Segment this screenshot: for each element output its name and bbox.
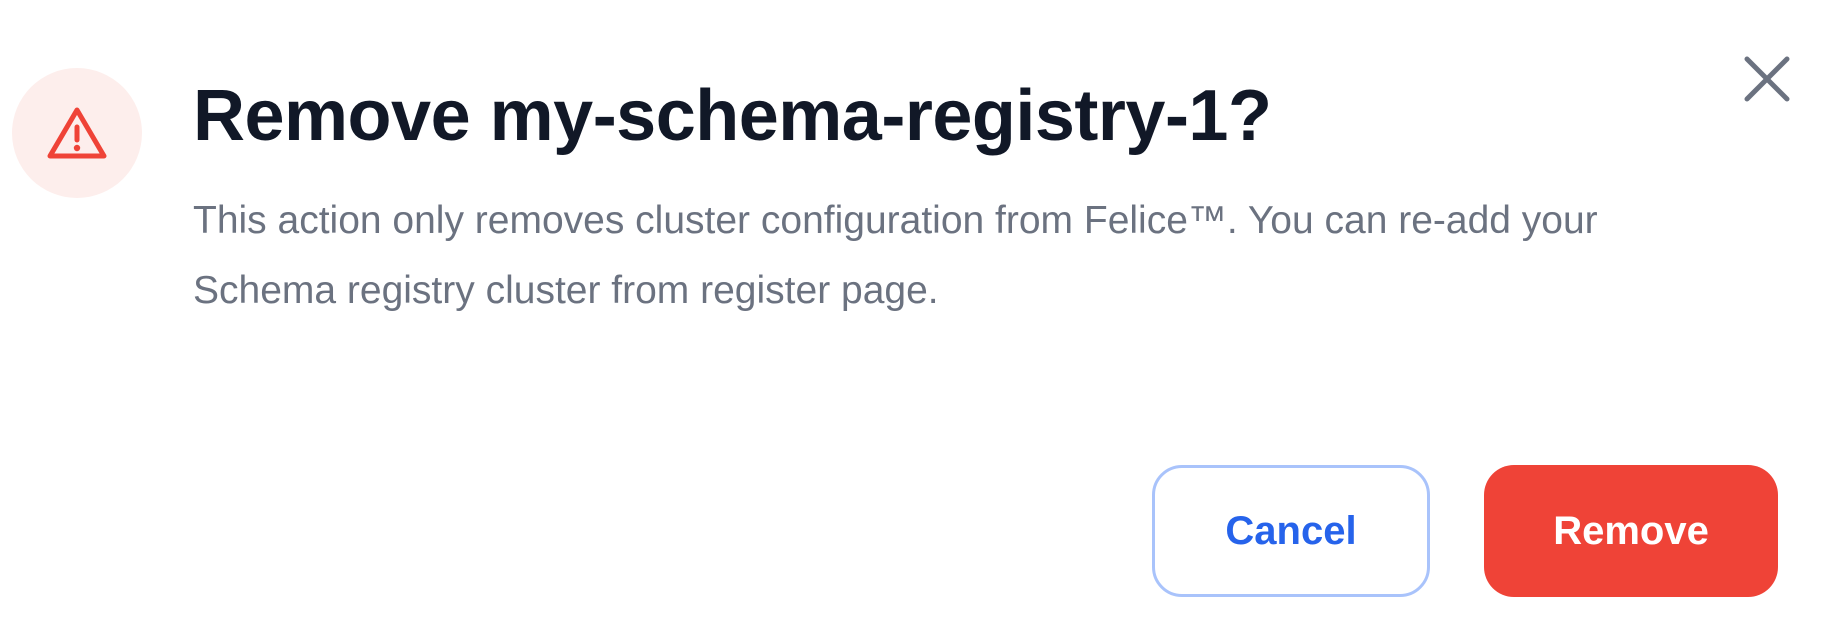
warning-badge	[12, 68, 142, 198]
dialog-description: This action only removes cluster configu…	[193, 199, 1598, 312]
remove-button[interactable]: Remove	[1484, 465, 1778, 597]
close-button[interactable]	[1735, 49, 1799, 113]
cancel-button[interactable]: Cancel	[1152, 465, 1430, 597]
close-icon	[1742, 54, 1792, 109]
warning-triangle-icon	[46, 105, 108, 161]
dialog-title: Remove my-schema-registry-1?	[193, 76, 1272, 156]
remove-confirm-dialog: Remove my-schema-registry-1? This action…	[0, 0, 1834, 623]
